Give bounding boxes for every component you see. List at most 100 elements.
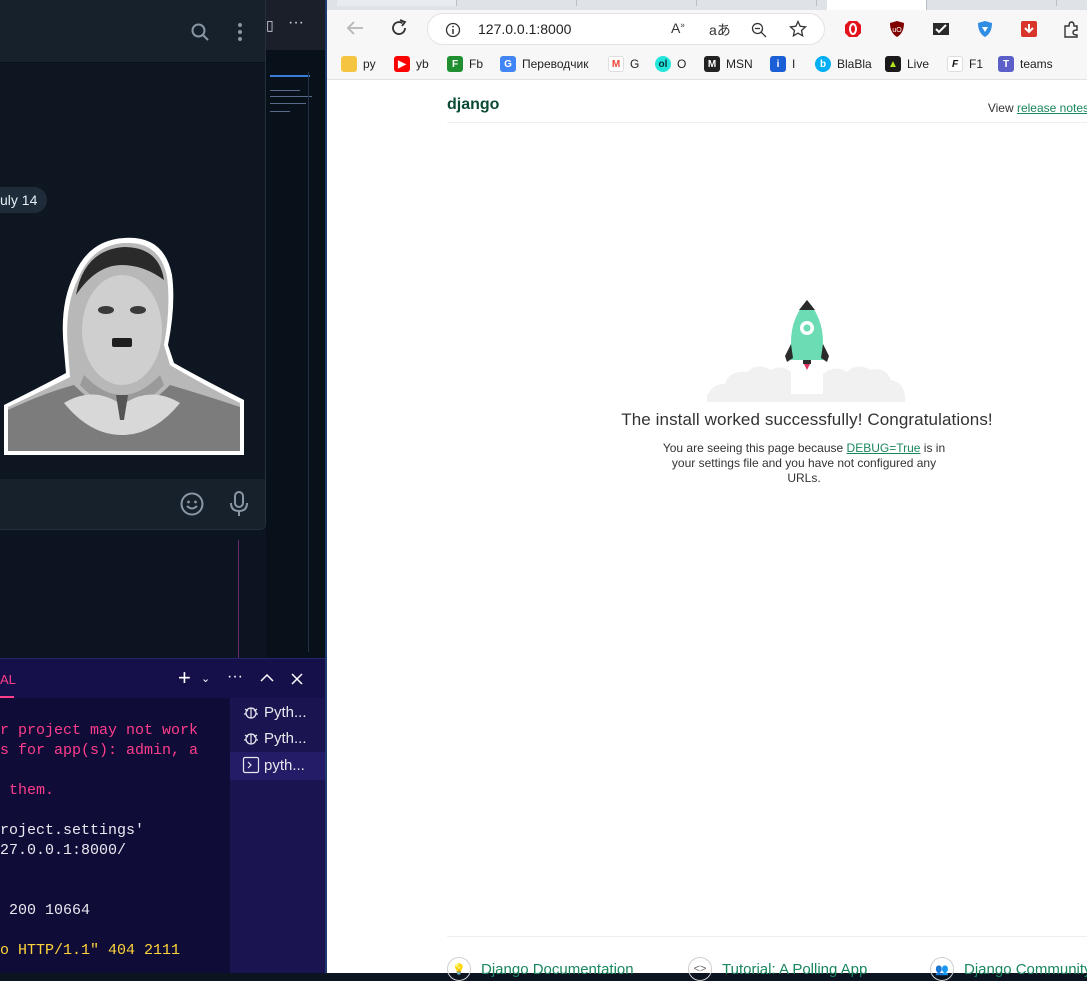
footer-link-tutorial[interactable]: <> Tutorial: A Polling App — [688, 957, 867, 981]
browser-tab[interactable] — [707, 0, 817, 6]
terminal-list-item[interactable]: Pyth... — [242, 700, 307, 724]
bookmark-item[interactable]: F Fb — [447, 54, 483, 74]
translate-icon[interactable]: aあ — [709, 20, 731, 40]
footer-link-documentation[interactable]: 💡 Django Documentation — [447, 957, 634, 981]
terminal-list-label: Pyth... — [264, 729, 307, 747]
browser-tab-active[interactable] — [827, 0, 927, 10]
reload-icon[interactable] — [389, 18, 409, 38]
release-prefix: View — [987, 101, 1017, 115]
message-input-bar[interactable] — [0, 479, 265, 529]
more-vertical-icon[interactable] — [236, 22, 244, 42]
bookmarks-bar: py ▶ yb F Fb G Переводчик MG ol O M MSN iI bB… — [327, 48, 1087, 80]
read-aloud-icon[interactable]: A» — [671, 20, 685, 36]
back-icon[interactable] — [345, 19, 365, 37]
bookmark-item[interactable]: MG — [608, 54, 639, 74]
bookmark-label: Переводчик — [522, 57, 589, 71]
terminal-line: 200 10664 — [0, 902, 91, 919]
bookmark-item[interactable]: py — [341, 54, 376, 74]
chevron-down-icon[interactable]: ⌄ — [201, 672, 210, 685]
microphone-icon[interactable] — [229, 491, 249, 517]
zoom-out-icon[interactable] — [751, 22, 767, 38]
terminal-line: s for app(s): admin, a — [0, 742, 199, 759]
favorite-star-icon[interactable] — [789, 20, 807, 38]
terminal-line: o HTTP/1.1" 404 2111 — [0, 942, 181, 959]
bookmark-item[interactable]: M MSN — [704, 54, 753, 74]
footer-link-community[interactable]: 👥 Django Community — [930, 957, 1087, 981]
editor-divider — [238, 540, 239, 660]
bookmark-item[interactable]: ▲ Live — [885, 54, 929, 74]
bookmark-label: G — [630, 57, 640, 71]
minimap-line — [270, 103, 306, 104]
browser-tab[interactable] — [587, 0, 697, 6]
address-bar[interactable]: 127.0.0.1:8000 A» aあ — [427, 13, 825, 45]
vscode-title-area: ▯ ··· — [266, 0, 325, 50]
footer-link-label: Django Community — [964, 960, 1087, 978]
emoji-icon[interactable] — [180, 492, 204, 516]
terminal-list-item[interactable]: Pyth... — [242, 726, 307, 750]
bookmark-item[interactable]: G Переводчик — [500, 54, 589, 74]
opera-adblock-icon[interactable] — [842, 18, 864, 40]
olx-icon: ol — [655, 56, 671, 72]
close-icon[interactable] — [291, 673, 303, 685]
terminal-list-label: Pyth... — [264, 703, 307, 721]
django-logo[interactable]: django — [447, 96, 499, 114]
more-icon[interactable]: ··· — [227, 668, 243, 686]
bookmark-item[interactable]: Tteams — [998, 54, 1053, 74]
bookmark-label: py — [363, 57, 376, 71]
split-editor-icon[interactable]: ▯ — [266, 17, 274, 34]
bookmark-item[interactable]: ol O — [655, 54, 686, 74]
terminal-line: r project may not work — [0, 722, 199, 739]
bookmark-item[interactable]: iI — [770, 54, 795, 74]
terminal-output[interactable]: r project may not work s for app(s): adm… — [0, 698, 230, 973]
rocket-illustration — [707, 300, 905, 402]
bookmark-label: O — [677, 57, 687, 71]
terminal-icon — [242, 756, 260, 774]
url-text: 127.0.0.1:8000 — [478, 21, 572, 37]
more-actions-icon[interactable]: ··· — [288, 14, 304, 32]
debug-link[interactable]: DEBUG=True — [847, 441, 921, 455]
release-notes-link[interactable]: release notes — [1017, 101, 1087, 115]
bookmark-item[interactable]: b BlaBla — [815, 54, 872, 74]
bookmark-label: teams — [1020, 57, 1053, 71]
success-subtitle: You are seeing this page because DEBUG=T… — [654, 441, 954, 486]
telegram-chat-header — [0, 0, 265, 63]
bookmark-item[interactable]: F F1 — [947, 54, 983, 74]
bookmark-label: yb — [416, 57, 429, 71]
subtitle-text: You are seeing this page because — [662, 441, 847, 455]
search-icon[interactable] — [191, 23, 209, 41]
chevron-up-icon[interactable] — [260, 673, 274, 683]
site-info-icon[interactable] — [445, 22, 461, 38]
youtube-icon: ▶ — [394, 56, 410, 72]
fb-icon: F — [447, 56, 463, 72]
bookmark-label: MSN — [726, 57, 753, 71]
terminal-list-item[interactable]: pyth... — [242, 753, 305, 777]
ublock-icon[interactable]: uO — [886, 18, 908, 40]
bookmark-label: F1 — [969, 57, 984, 71]
extensions-puzzle-icon[interactable] — [1060, 18, 1082, 40]
bookmark-label: Fb — [469, 57, 484, 71]
browser-tab[interactable] — [337, 0, 457, 6]
download-extension-icon[interactable] — [1018, 18, 1040, 40]
browser-tab-strip — [327, 0, 1087, 10]
browser-tab[interactable] — [467, 0, 577, 6]
sticker-image[interactable] — [4, 235, 246, 457]
vscode-terminal-panel: AL + ⌄ ··· r project may not work s for … — [0, 658, 325, 973]
panel-tab-terminal[interactable]: AL — [0, 672, 16, 687]
browser-tab[interactable] — [937, 0, 1057, 6]
msn-icon: M — [704, 56, 720, 72]
footer-link-label: Django Documentation — [481, 960, 634, 978]
bookmark-item[interactable]: ▶ yb — [394, 54, 429, 74]
terminal-line: them. — [0, 782, 55, 799]
vpn-shield-icon[interactable] — [974, 18, 996, 40]
info-icon: i — [770, 56, 786, 72]
extension-dark-icon[interactable] — [930, 18, 952, 40]
terminal-panel-toolbar: AL + ⌄ ··· — [0, 658, 325, 698]
svg-text:uO: uO — [892, 27, 902, 34]
browser-window: 127.0.0.1:8000 A» aあ uO py ▶ yb F Fb G Пере… — [325, 0, 1087, 981]
terminal-line: 27.0.0.1:8000/ — [0, 842, 127, 859]
minimap-line — [270, 111, 290, 112]
editor-ruler — [308, 72, 309, 652]
add-icon[interactable]: + — [178, 665, 191, 691]
date-badge: uly 14 — [0, 187, 48, 213]
folder-icon — [341, 56, 357, 72]
